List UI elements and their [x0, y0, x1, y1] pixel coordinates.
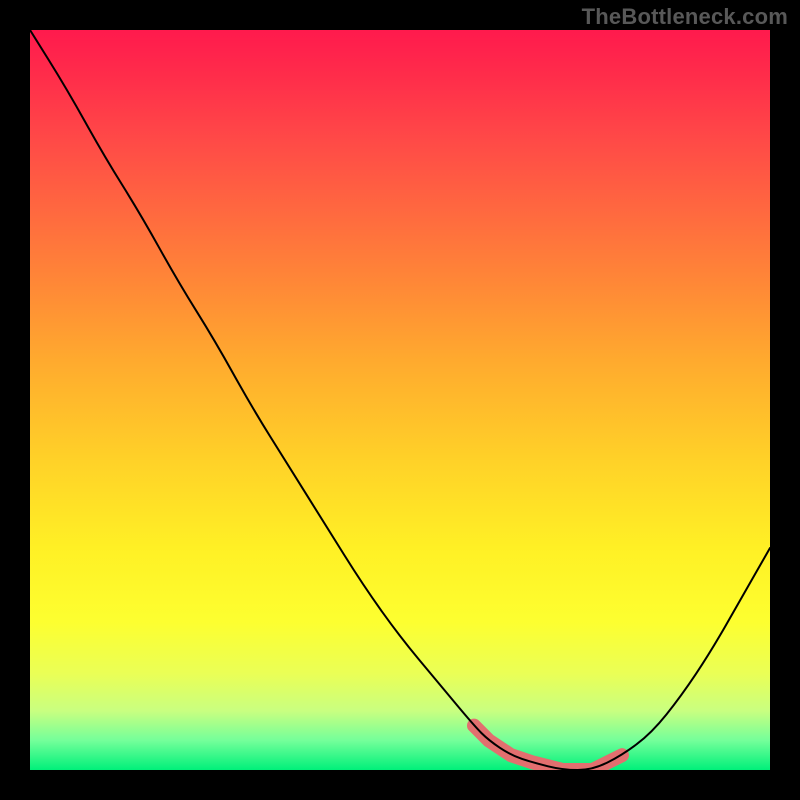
- chart-frame: TheBottleneck.com: [0, 0, 800, 800]
- watermark-text: TheBottleneck.com: [582, 4, 788, 30]
- main-curve: [30, 30, 770, 770]
- curve-svg: [30, 30, 770, 770]
- plot-area: [30, 30, 770, 770]
- bottom-marker-line: [474, 726, 622, 770]
